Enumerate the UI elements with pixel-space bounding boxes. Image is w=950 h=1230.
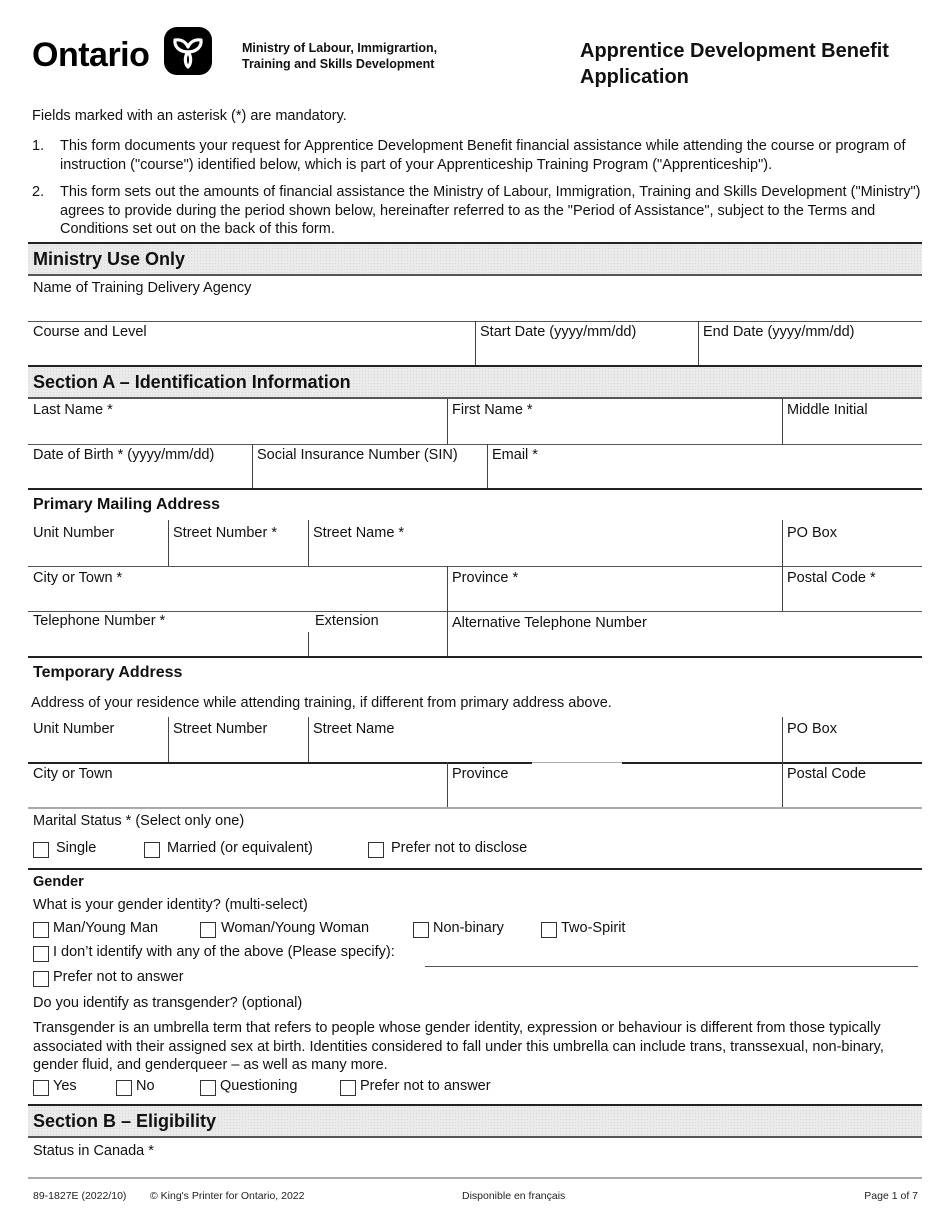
first-name-field[interactable] [447,399,782,444]
temp-city-field[interactable] [28,762,447,807]
intro-item-number: 1. [32,138,45,154]
marital-single-label: Single [56,840,97,856]
ministry-name-line1: Ministry of Labour, Immigrartion, [242,41,438,55]
intro-item-text: This form sets out the amounts of financ… [60,184,921,237]
section-b-header: Section B – Eligibility [28,1104,922,1138]
intro-item-text: This form documents your request for App… [60,138,906,173]
ministry-name-line2: Training and Skills Development [242,57,435,71]
marital-status-label: Marital Status * (Select only one) [33,813,245,829]
section-title: Section B – Eligibility [33,1111,217,1131]
gender-two-spirit-label: Two-Spirit [561,920,626,936]
gender-other-checkbox[interactable] [33,946,49,962]
gender-nonbinary-label: Non-binary [433,920,504,936]
transgender-prefer-not-checkbox[interactable] [340,1080,356,1096]
temporary-address-title: Temporary Address [33,664,183,681]
gender-title: Gender [33,874,84,890]
dob-field[interactable] [28,444,252,488]
status-in-canada-field[interactable] [28,1138,922,1178]
primary-address-title: Primary Mailing Address [33,496,221,513]
ministry-use-header: Ministry Use Only [28,242,922,276]
email-field[interactable] [487,444,922,488]
gender-specify-field[interactable] [425,944,918,966]
intro-item-number: 2. [32,184,45,200]
temp-unit-field[interactable] [28,717,168,762]
intro-item-2: 2. This form sets out the amounts of fin… [32,183,922,239]
phone-field[interactable] [28,611,308,656]
mandatory-note: Fields marked with an asterisk (*) are m… [32,108,347,124]
form-title: Apprentice Development Benefit Applicati… [580,38,889,90]
intro-item-1: 1. This form documents your request for … [32,137,922,174]
transgender-prefer-not-label: Prefer not to answer [360,1078,491,1094]
alt-phone-field[interactable] [447,611,922,656]
middle-initial-field[interactable] [782,399,922,444]
start-date-field[interactable] [475,321,698,365]
transgender-note: Transgender is an umbrella term that ref… [33,1020,884,1073]
training-agency-field[interactable] [28,276,922,321]
sin-field[interactable] [252,444,487,488]
page-number: Page 1 of 7 [864,1190,918,1202]
temp-street-number-field[interactable] [168,717,308,762]
section-title: Section A – Identification Information [33,372,351,392]
section-a-header: Section A – Identification Information [28,365,922,399]
section-title: Ministry Use Only [33,249,186,269]
form-title-line2: Application [580,66,689,88]
transgender-questioning-checkbox[interactable] [200,1080,216,1096]
gender-woman-label: Woman/Young Woman [221,920,370,936]
temp-street-name-field[interactable] [308,717,782,762]
extension-field[interactable] [308,611,447,656]
end-date-field[interactable] [698,321,922,365]
marital-prefer-not-label: Prefer not to disclose [391,840,528,856]
transgender-yes-checkbox[interactable] [33,1080,49,1096]
marital-single-checkbox[interactable] [33,842,49,858]
temp-postal-field[interactable] [782,762,922,807]
gender-two-spirit-checkbox[interactable] [541,922,557,938]
marital-married-label: Married (or equivalent) [167,840,313,856]
trillium-icon [164,27,212,75]
form-number: 89-1827E (2022/10) [33,1190,127,1202]
temporary-address-description: Address of your residence while attendin… [31,695,612,711]
form-title-line1: Apprentice Development Benefit [580,40,889,62]
transgender-question: Do you identify as transgender? (optiona… [33,995,303,1011]
ministry-name: Ministry of Labour, Immigrartion, Traini… [242,40,437,72]
gender-woman-checkbox[interactable] [200,922,216,938]
temp-province-field[interactable] [447,762,782,807]
primary-street-name-field[interactable] [308,520,782,566]
french-availability-link[interactable]: Disponible en français [462,1190,565,1202]
primary-street-number-field[interactable] [168,520,308,566]
transgender-no-checkbox[interactable] [116,1080,132,1096]
ontario-logo-text: Ontario [32,36,150,74]
primary-postal-field[interactable] [782,566,922,611]
gender-man-label: Man/Young Man [53,920,159,936]
primary-province-field[interactable] [447,566,782,611]
marital-prefer-not-checkbox[interactable] [368,842,384,858]
transgender-no-label: No [136,1078,155,1094]
primary-po-box-field[interactable] [782,520,922,566]
transgender-questioning-label: Questioning [220,1078,298,1094]
temp-po-box-field[interactable] [782,717,922,762]
copyright: © King's Printer for Ontario, 2022 [150,1190,305,1202]
gender-man-checkbox[interactable] [33,922,49,938]
primary-unit-field[interactable] [28,520,168,566]
gender-prefer-not-checkbox[interactable] [33,971,49,987]
course-level-field[interactable] [28,321,475,365]
primary-city-field[interactable] [28,566,447,611]
last-name-field[interactable] [28,399,447,444]
gender-question: What is your gender identity? (multi-sel… [33,897,308,913]
gender-nonbinary-checkbox[interactable] [413,922,429,938]
gender-prefer-not-label: Prefer not to answer [53,969,184,985]
gender-other-label: I don’t identify with any of the above (… [53,944,395,960]
transgender-yes-label: Yes [53,1078,77,1094]
marital-married-checkbox[interactable] [144,842,160,858]
